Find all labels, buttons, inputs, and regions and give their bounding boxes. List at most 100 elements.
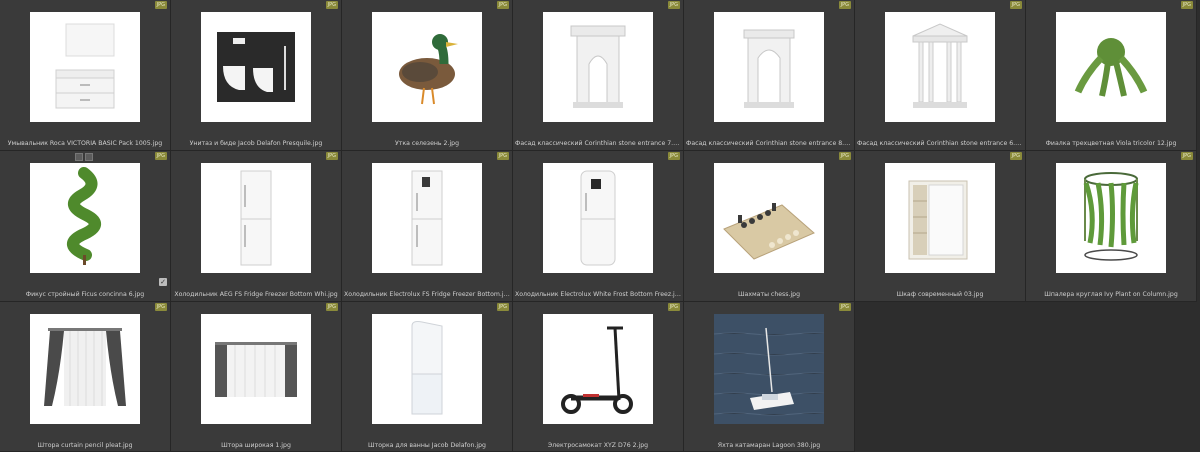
thumbnail-image[interactable] [714, 12, 824, 122]
thumbnail-image[interactable] [714, 163, 824, 273]
file-name[interactable]: Фикус стройный Ficus concinna 6.jpg [2, 291, 168, 299]
file-name[interactable]: Утка селезень 2.jpg [344, 140, 510, 148]
format-badge: JPG [325, 303, 338, 311]
format-badge: JPG [1009, 152, 1022, 160]
file-name[interactable]: Фиалка трехцветная Viola tricolor 12.jpg [1028, 140, 1194, 148]
format-badge: JPG [667, 1, 680, 9]
fridge-display-icon [411, 170, 443, 266]
format-badge: JPG [667, 152, 680, 160]
catamaran-icon [714, 314, 824, 424]
file-name[interactable]: Фасад классический Corinthian stone entr… [515, 140, 681, 148]
format-badge: JPG [1009, 1, 1022, 9]
format-badge: JPG [496, 1, 509, 9]
format-badge: JPG [1180, 1, 1193, 9]
thumbnail-image[interactable] [885, 12, 995, 122]
empty-cell [855, 302, 1026, 452]
file-name[interactable]: Яхта катамаран Lagoon 380.jpg [686, 442, 852, 450]
file-tile[interactable]: JPG ✓ Фикус стройный Ficus concinna 6.jpg [0, 151, 171, 302]
thumbnail-image[interactable] [30, 314, 140, 424]
file-tile[interactable]: JPG Шторка для ванны Jacob Delafon.jpg [342, 302, 513, 452]
thumbnail-image[interactable] [30, 163, 140, 273]
file-tile[interactable]: JPG Штора curtain pencil pleat.jpg [0, 302, 171, 452]
file-name[interactable]: Штора curtain pencil pleat.jpg [2, 442, 168, 450]
file-name[interactable]: Холодильник Electrolux White Frost Botto… [515, 291, 681, 299]
file-tile[interactable]: JPG Яхта катамаран Lagoon 380.jpg [684, 302, 855, 452]
thumbnail-image[interactable] [543, 12, 653, 122]
thumbnail-image[interactable] [372, 314, 482, 424]
file-tile[interactable]: JPG Холодильник Electrolux FS Fridge Fre… [342, 151, 513, 302]
vanity-sink-icon [55, 23, 115, 109]
arch-round-icon [743, 29, 795, 108]
file-tile[interactable]: JPG Унитаз и биде Jacob Delafon Presquil… [171, 0, 342, 151]
portico-icon [912, 23, 968, 108]
spiral-topiary-icon [67, 167, 101, 265]
file-tile[interactable]: JPG Электросамокат XYZ D76 2.jpg [513, 302, 684, 452]
ivy-column-icon [1083, 172, 1139, 261]
thumbnail-image[interactable] [885, 163, 995, 273]
curtain-wide-icon [215, 342, 297, 397]
wardrobe-icon [908, 180, 968, 260]
file-tile[interactable]: JPG Шахматы chess.jpg [684, 151, 855, 302]
thumbnail-image[interactable] [1056, 163, 1166, 273]
thumbnail-image[interactable] [714, 314, 824, 424]
file-name[interactable]: Умывальник Roca VICTORIA BASIC Pack 1005… [2, 140, 168, 148]
file-tile[interactable]: JPG Шкаф современный 03.jpg [855, 151, 1026, 302]
tile-tools [75, 153, 93, 161]
checkbox-icon[interactable]: ✓ [159, 278, 167, 286]
toilet-bidet-icon [217, 32, 295, 102]
file-name[interactable]: Фасад классический Corinthian stone entr… [857, 140, 1023, 148]
file-name[interactable]: Холодильник AEG FS Fridge Freezer Bottom… [173, 291, 339, 299]
file-name[interactable]: Холодильник Electrolux FS Fridge Freezer… [344, 291, 510, 299]
file-tile[interactable]: JPG Утка селезень 2.jpg [342, 0, 513, 151]
format-badge: JPG [838, 152, 851, 160]
file-name[interactable]: Шахматы chess.jpg [686, 291, 852, 299]
file-name[interactable]: Шпалера круглая Ivy Plant on Column.jpg [1028, 291, 1194, 299]
thumbnail-image[interactable] [201, 314, 311, 424]
file-tile[interactable]: JPG Фиалка трехцветная Viola tricolor 12… [1026, 0, 1197, 151]
file-tile[interactable]: JPG Штора широкая 1.jpg [171, 302, 342, 452]
file-name[interactable]: Электросамокат XYZ D76 2.jpg [515, 442, 681, 450]
format-badge: JPG [667, 303, 680, 311]
format-badge: JPG [838, 1, 851, 9]
curtain-dark-icon [44, 328, 126, 406]
file-tile[interactable]: JPG Холодильник AEG FS Fridge Freezer Bo… [171, 151, 342, 302]
thumbnail-image[interactable] [201, 163, 311, 273]
thumbnail-grid: JPG Умывальник Roca VICTORIA BASIC Pack … [0, 0, 1200, 452]
thumbnail-image[interactable] [30, 12, 140, 122]
file-tile[interactable]: JPG Холодильник Electrolux White Frost B… [513, 151, 684, 302]
thumbnail-image[interactable] [372, 12, 482, 122]
format-badge: JPG [496, 152, 509, 160]
format-badge: JPG [154, 152, 167, 160]
duck-icon [399, 34, 458, 105]
file-name[interactable]: Унитаз и биде Jacob Delafon Presquile.jp… [173, 140, 339, 148]
thumbnail-image[interactable] [543, 163, 653, 273]
format-badge: JPG [154, 1, 167, 9]
file-tile[interactable]: JPG Фасад классический Corinthian stone … [684, 0, 855, 151]
format-badge: JPG [325, 152, 338, 160]
thumbnail-image[interactable] [1056, 12, 1166, 122]
file-tile[interactable]: JPG Фасад классический Corinthian stone … [855, 0, 1026, 151]
file-tile[interactable]: JPG Умывальник Roca VICTORIA BASIC Pack … [0, 0, 171, 151]
thumbnail-image[interactable] [201, 12, 311, 122]
file-name[interactable]: Шкаф современный 03.jpg [857, 291, 1023, 299]
arch-icon [570, 25, 626, 108]
pencil-icon[interactable] [85, 153, 93, 161]
square-icon[interactable] [75, 153, 83, 161]
format-badge: JPG [838, 303, 851, 311]
file-name[interactable]: Шторка для ванны Jacob Delafon.jpg [344, 442, 510, 450]
format-badge: JPG [325, 1, 338, 9]
empty-cell [1026, 302, 1197, 452]
thumbnail-image[interactable] [543, 314, 653, 424]
format-badge: JPG [154, 303, 167, 311]
fridge-rounded-icon [580, 170, 616, 266]
chess-icon [723, 203, 815, 260]
format-badge: JPG [496, 303, 509, 311]
scooter-icon [561, 326, 633, 414]
hanging-plant-icon [1074, 38, 1148, 97]
bath-screen-icon [411, 321, 443, 415]
file-name[interactable]: Штора широкая 1.jpg [173, 442, 339, 450]
thumbnail-image[interactable] [372, 163, 482, 273]
file-tile[interactable]: JPG Фасад классический Corinthian stone … [513, 0, 684, 151]
file-name[interactable]: Фасад классический Corinthian stone entr… [686, 140, 852, 148]
file-tile[interactable]: JPG Шпалера круглая Ivy Plant on Column.… [1026, 151, 1197, 302]
